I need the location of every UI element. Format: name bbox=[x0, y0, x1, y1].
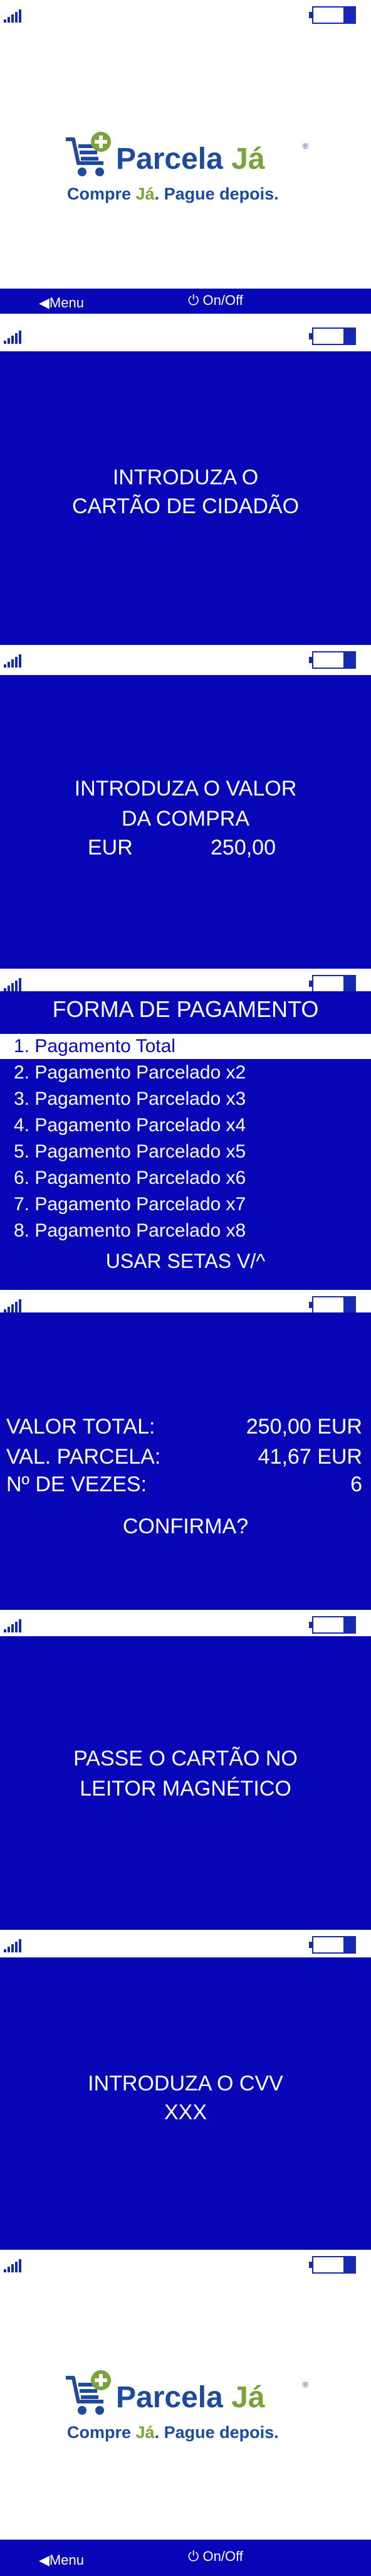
power-button[interactable]: ⏻ On/Off bbox=[188, 292, 243, 309]
power-button[interactable]: ⏻ On/Off bbox=[188, 2548, 243, 2565]
nav-bar: ◀Menu ⏻ On/Off bbox=[0, 289, 371, 314]
battery-icon bbox=[309, 975, 356, 993]
signal-strength-icon bbox=[4, 2259, 21, 2272]
signal-strength-icon bbox=[4, 330, 21, 344]
registered-mark: ® bbox=[303, 142, 308, 151]
parcela-ja-logo: Parcela Já ® Compre Já. Pague depois. bbox=[65, 2369, 309, 2444]
installment-label: VAL. PARCELA: bbox=[6, 1445, 161, 1469]
signal-strength-icon bbox=[4, 977, 21, 991]
insert-card-screen: INTRODUZA O CARTÃO DE CIDADÃO bbox=[0, 351, 371, 645]
instruction-line-2: LEITOR MAGNÉTICO bbox=[80, 1777, 291, 1801]
brand-tagline: Compre Já. Pague depois. bbox=[67, 184, 279, 203]
signal-strength-icon bbox=[4, 1299, 21, 1312]
brand-tagline: Compre Já. Pague depois. bbox=[67, 2423, 279, 2442]
nav-bar: ◀Menu ⏻ On/Off bbox=[0, 2540, 371, 2576]
instruction-line-2: CARTÃO DE CIDADÃO bbox=[71, 494, 300, 518]
instruction-line-1: INTRODUZA O VALOR bbox=[74, 777, 297, 801]
battery-icon bbox=[309, 327, 356, 345]
status-bar bbox=[0, 0, 371, 30]
signal-strength-icon bbox=[4, 1619, 21, 1632]
status-bar bbox=[0, 1930, 371, 1960]
status-bar bbox=[0, 1610, 371, 1640]
swipe-card-screen: PASSE O CARTÃO NO LEITOR MAGNÉTICO bbox=[0, 1636, 371, 1930]
status-bar bbox=[0, 321, 371, 351]
payment-option[interactable]: 7. Pagamento Parcelado x7 bbox=[0, 1192, 371, 1217]
battery-icon bbox=[309, 651, 356, 669]
signal-strength-icon bbox=[4, 654, 21, 668]
brand-name: Parcela Já bbox=[116, 142, 265, 176]
battery-icon bbox=[309, 1296, 356, 1314]
installment-value: 41,67 EUR bbox=[258, 1445, 362, 1469]
instruction-line-2: DA COMPRA bbox=[121, 807, 250, 831]
registered-mark: ® bbox=[303, 2380, 308, 2389]
payment-option[interactable]: 8. Pagamento Parcelado x8 bbox=[0, 1218, 371, 1243]
arrow-keys-hint: USAR SETAS V/^ bbox=[105, 1250, 266, 1272]
payment-option[interactable]: 6. Pagamento Parcelado x6 bbox=[0, 1166, 371, 1191]
parcela-ja-logo: Parcela Já ® Compre Já. Pague depois. bbox=[65, 130, 309, 206]
times-row: Nº DE VEZES: 6 bbox=[6, 1471, 362, 1498]
signal-strength-icon bbox=[4, 9, 21, 23]
menu-button[interactable]: ◀Menu bbox=[39, 2552, 84, 2568]
payment-option[interactable]: 4. Pagamento Parcelado x4 bbox=[0, 1113, 371, 1138]
instruction-line-1: PASSE O CARTÃO NO bbox=[73, 1747, 298, 1770]
confirm-screen: VALOR TOTAL: 250,00 EUR VAL. PARCELA: 41… bbox=[0, 1312, 371, 1610]
instruction-line-1: INTRODUZA O CVV bbox=[88, 2072, 283, 2095]
amount-value[interactable]: 250,00 bbox=[211, 833, 276, 862]
signal-strength-icon bbox=[4, 1939, 21, 1952]
battery-icon bbox=[309, 6, 356, 24]
payment-option[interactable]: 3. Pagamento Parcelado x3 bbox=[0, 1087, 371, 1112]
status-bar bbox=[0, 645, 371, 675]
cvv-input[interactable]: XXX bbox=[0, 2098, 371, 2127]
currency-label: EUR bbox=[88, 836, 133, 860]
total-label: VALOR TOTAL: bbox=[6, 1415, 155, 1439]
cvv-screen: INTRODUZA O CVV XXX bbox=[0, 1957, 371, 2250]
times-value: 6 bbox=[350, 1472, 362, 1496]
total-value: 250,00 EUR bbox=[246, 1415, 362, 1439]
shopping-cart-icon bbox=[66, 132, 111, 176]
brand-name: Parcela Já bbox=[116, 2381, 265, 2414]
battery-icon bbox=[309, 1936, 356, 1954]
confirm-question: CONFIRMA? bbox=[122, 1514, 249, 1538]
installment-row: VAL. PARCELA: 41,67 EUR bbox=[6, 1443, 362, 1471]
battery-icon bbox=[309, 2256, 356, 2274]
payment-option[interactable]: 1. Pagamento Total bbox=[0, 1034, 371, 1059]
payment-option[interactable]: 2. Pagamento Parcelado x2 bbox=[0, 1060, 371, 1085]
payment-option[interactable]: 5. Pagamento Parcelado x5 bbox=[0, 1139, 371, 1164]
splash-screen: Parcela Já ® Compre Já. Pague depois. bbox=[0, 30, 371, 289]
enter-amount-screen: INTRODUZA O VALOR DA COMPRA EUR 250,00 bbox=[0, 675, 371, 969]
status-bar bbox=[0, 2250, 371, 2280]
payment-method-screen: FORMA DE PAGAMENTO 1. Pagamento Total 2.… bbox=[0, 991, 371, 1290]
menu-button[interactable]: ◀Menu bbox=[39, 295, 84, 311]
splash-screen: Parcela Já ® Compre Já. Pague depois. bbox=[0, 2280, 371, 2540]
shopping-cart-icon bbox=[66, 2370, 111, 2415]
instruction-line-1: INTRODUZA O bbox=[112, 466, 259, 489]
total-row: VALOR TOTAL: 250,00 EUR bbox=[6, 1413, 362, 1440]
battery-icon bbox=[309, 1616, 356, 1634]
payment-method-title: FORMA DE PAGAMENTO bbox=[52, 996, 319, 1022]
times-label: Nº DE VEZES: bbox=[6, 1472, 147, 1496]
